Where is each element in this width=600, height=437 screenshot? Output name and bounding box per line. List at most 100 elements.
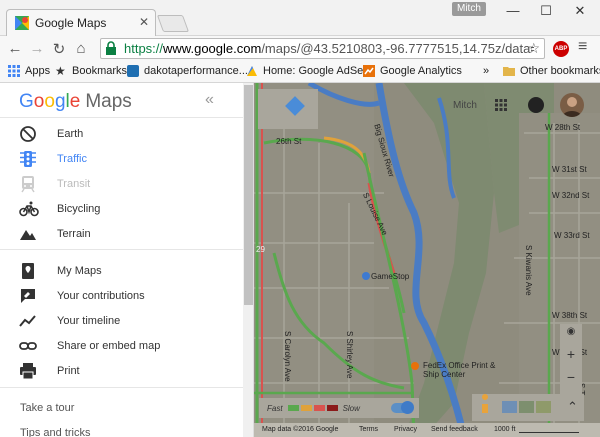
terrain-icon [19,225,39,243]
menu-label: Your contributions [57,290,145,302]
traffic-icon [19,150,39,168]
terms-link[interactable]: Terms [359,426,378,433]
forward-arrow-icon[interactable]: → [26,40,48,57]
reload-icon[interactable]: ↻ [48,40,70,58]
minimize-button[interactable]: — [503,3,523,18]
bookmark-label: Google Analytics [380,65,462,77]
timeline-icon [19,312,39,330]
bookmark-apps[interactable]: Apps [8,65,50,77]
traffic-swatch [313,405,325,411]
send-feedback-link[interactable]: Send feedback [431,426,478,433]
privacy-link[interactable]: Privacy [394,426,417,433]
maps-sidebar: Google Maps « Earth Traffic Transit Bicy… [0,83,254,437]
logo-maps-text: Maps [85,91,132,112]
take-tour-link[interactable]: Take a tour [20,402,74,414]
tab-close-icon[interactable]: ✕ [139,15,149,29]
my-maps-icon [19,262,39,280]
bookmark-other[interactable]: Other bookmarks [503,65,600,77]
bookmarks-overflow[interactable]: » [483,65,489,77]
chrome-menu-icon[interactable]: ≡ [578,38,587,56]
traffic-fast-label: Fast [267,403,283,413]
traffic-swatch [326,405,338,411]
adsense-icon [246,65,258,77]
bookmark-dakotaperformance[interactable]: dakotaperformance... [127,65,248,77]
menu-print[interactable]: Print [0,359,243,383]
tips-link[interactable]: Tips and tricks [20,427,91,437]
google-apps-icon[interactable] [495,99,507,111]
zoom-out-button[interactable]: − [560,369,582,385]
apps-icon [8,65,20,77]
bookmark-label: Other bookmarks [520,65,600,77]
menu-my-maps[interactable]: My Maps [0,259,243,283]
bicycle-icon [19,200,39,218]
url-scheme: https:// [124,41,164,56]
home-icon[interactable]: ⌂ [70,40,92,57]
logo-letter: G [19,91,34,112]
menu-label: My Maps [57,265,102,277]
logo-letter: e [69,91,81,112]
map-footer: Map data ©2016 Google Terms Privacy Send… [254,423,600,437]
transit-icon [19,175,39,193]
street-label: W 33rd St [554,231,590,240]
my-location-icon[interactable]: ◉ [560,326,582,337]
bookmark-bookmarks[interactable]: ★ Bookmarks [55,65,127,77]
menu-contributions[interactable]: Your contributions [0,284,243,308]
close-window-button[interactable]: ✕ [570,3,590,19]
maximize-button[interactable]: ☐ [536,3,556,19]
back-arrow-icon[interactable]: ← [4,40,26,57]
profile-badge[interactable]: Mitch [452,2,486,16]
zoom-in-button[interactable]: + [560,346,582,362]
logo-letter: g [54,91,66,112]
traffic-slow-label: Slow [342,403,360,413]
layer-traffic[interactable]: Traffic [0,147,243,171]
layer-transit[interactable]: Transit [0,172,243,196]
bookmark-analytics[interactable]: Google Analytics [363,65,462,77]
poi-gamestop[interactable]: GameStop [371,272,409,281]
menu-label: Your timeline [57,315,121,327]
map-drawing [254,83,600,437]
traffic-toggle[interactable] [391,401,414,414]
bookmark-label: Home: Google AdSe... [263,65,373,77]
bookmark-label: dakotaperformance... [144,65,248,77]
adblock-plus-icon[interactable]: ABP [553,41,569,57]
notifications-bell-icon[interactable] [528,97,544,113]
tab-title: Google Maps [35,16,107,30]
layer-bicycling[interactable]: Bicycling [0,197,243,221]
browser-tab[interactable]: Google Maps ✕ [6,9,156,36]
account-name: Mitch [453,100,477,111]
layer-thumb [519,401,534,413]
bookmark-star-icon[interactable]: ☆ [527,40,540,57]
menu-share-embed[interactable]: Share or embed map [0,334,243,358]
map-data-credit: Map data ©2016 Google [262,426,339,433]
layer-earth[interactable]: Earth [0,122,243,146]
layer-terrain[interactable]: Terrain [0,222,243,246]
google-maps-favicon-icon [15,16,29,30]
layer-label: Earth [57,128,84,140]
earth-icon [19,125,39,143]
layer-label: Transit [57,178,91,190]
street-label: S Kiwanis Ave [524,245,533,296]
zoom-controls: ◉ + − [560,324,582,394]
sidebar-scroll-thumb[interactable] [244,85,253,305]
avatar[interactable] [560,93,584,117]
new-tab-button[interactable] [156,15,190,32]
menu-timeline[interactable]: Your timeline [0,309,243,333]
collapse-sidebar-icon[interactable]: « [205,91,214,109]
poi-fedex[interactable]: FedEx Office Print & Ship Center [423,361,508,379]
bookmark-adsense[interactable]: Home: Google AdSe... [246,65,372,77]
expand-layers-icon[interactable]: ⌃ [567,399,578,415]
folder-icon [503,65,515,77]
traffic-swatch [287,405,299,411]
street-label: W 32nd St [552,191,590,200]
logo-letter: o [44,91,55,112]
menu-label: Print [57,365,80,377]
scale-label: 1000 ft [494,426,516,433]
logo-letter: o [33,91,45,112]
map-canvas[interactable]: 26th St Big Sioux River S Louise Ave W 2… [254,83,600,437]
address-bar[interactable]: https://www.google.com/maps/@43.5210803,… [100,38,545,59]
browser-toolbar: ← → ↻ ⌂ https://www.google.com/maps/@43.… [0,36,600,61]
layer-label: Traffic [57,153,87,165]
star-icon: ★ [55,64,66,78]
analytics-icon [363,65,375,77]
street-label: W 38th St [552,311,588,320]
